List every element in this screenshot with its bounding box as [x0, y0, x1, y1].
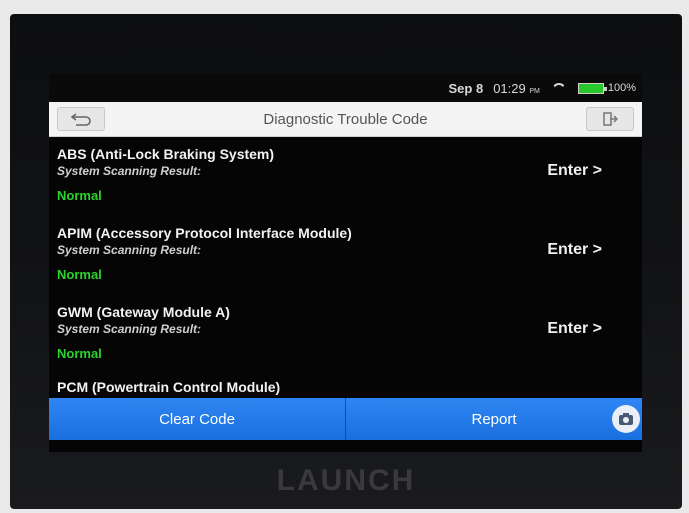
- enter-button[interactable]: Enter >: [547, 320, 602, 338]
- screen: Sep 8 01:29 PM 100% Diagnostic Trouble C…: [49, 74, 642, 452]
- module-name: GWM (Gateway Module A): [57, 304, 230, 320]
- bottom-toolbar: Clear Code Report: [49, 398, 642, 440]
- list-item: GWM (Gateway Module A) System Scanning R…: [49, 294, 642, 373]
- status-bar: Sep 8 01:29 PM 100%: [49, 74, 642, 102]
- status-ampm: PM: [529, 87, 540, 95]
- back-button[interactable]: [57, 107, 105, 131]
- list-item: ABS (Anti-Lock Braking System) System Sc…: [49, 136, 642, 215]
- battery-percent: 100%: [607, 82, 636, 94]
- status-normal: Normal: [57, 188, 102, 203]
- list-item: PCM (Powertrain Control Module): [49, 373, 642, 398]
- wifi-icon: [550, 82, 568, 94]
- clear-code-button[interactable]: Clear Code: [49, 398, 346, 440]
- title-bar: Diagnostic Trouble Code: [49, 102, 642, 137]
- exit-button[interactable]: [586, 107, 634, 131]
- status-normal: Normal: [57, 346, 102, 361]
- camera-icon: [619, 413, 633, 425]
- back-arrow-icon: [70, 113, 91, 126]
- tablet-device: Sep 8 01:29 PM 100% Diagnostic Trouble C…: [10, 14, 682, 509]
- report-button[interactable]: Report: [346, 398, 642, 440]
- module-name: ABS (Anti-Lock Braking System): [57, 146, 275, 162]
- module-name: PCM (Powertrain Control Module): [57, 379, 281, 395]
- status-normal: Normal: [57, 267, 102, 282]
- enter-button[interactable]: Enter >: [547, 241, 602, 259]
- list-item: APIM (Accessory Protocol Interface Modul…: [49, 215, 642, 294]
- page-title: Diagnostic Trouble Code: [263, 110, 428, 128]
- enter-button[interactable]: Enter >: [547, 162, 602, 180]
- brand-logo: LAUNCH: [276, 464, 416, 497]
- screenshot-button[interactable]: [612, 405, 640, 433]
- status-time-group: 01:29 PM: [493, 81, 540, 96]
- status-date: Sep 8: [448, 80, 484, 96]
- module-list[interactable]: ABS (Anti-Lock Braking System) System Sc…: [49, 136, 642, 398]
- battery-icon: [577, 82, 607, 94]
- module-name: APIM (Accessory Protocol Interface Modul…: [57, 225, 352, 241]
- exit-icon: [603, 112, 618, 126]
- status-time: 01:29: [493, 80, 526, 96]
